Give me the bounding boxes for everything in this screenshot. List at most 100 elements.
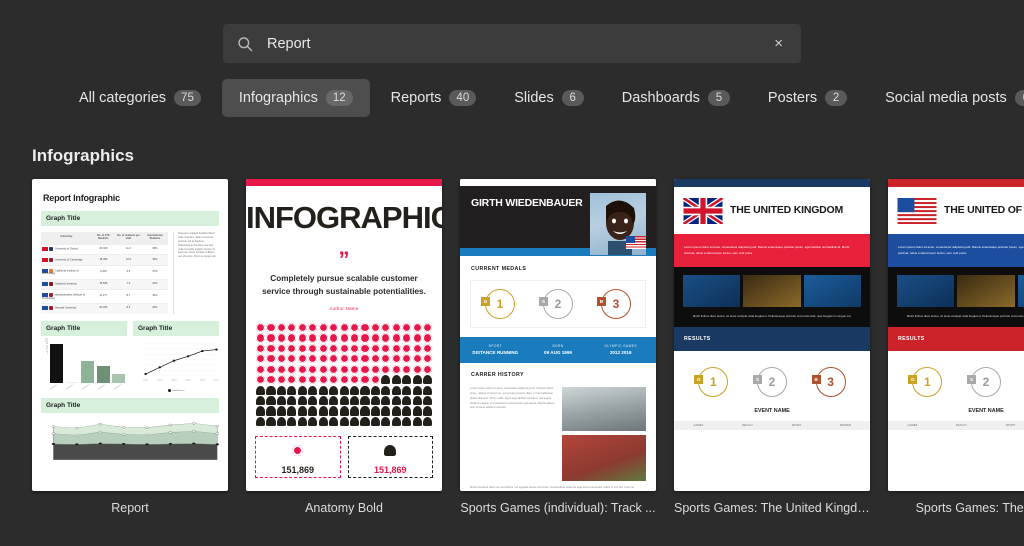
card-caption: Sports Games: The Unite	[915, 501, 1024, 515]
template-card-anatomy-bold[interactable]: INFOGRAPHIC ” Completely pursue scalable…	[246, 179, 442, 515]
person-head-icon	[412, 406, 422, 416]
info-key: BORN	[552, 344, 564, 348]
target-dot-icon	[256, 343, 266, 353]
template-card-usa[interactable]: THE UNITED OF AMERICA Lorem ipsum dolor …	[888, 179, 1024, 515]
table-row: University of Cambridge 18,389 10.9 35%	[41, 254, 168, 266]
target-dot-icon	[423, 343, 433, 353]
svg-text:2014: 2014	[186, 379, 192, 381]
table-row: Harvard University 20,326 8.9 26%	[41, 302, 168, 314]
quote-mark-icon: ”	[338, 247, 350, 272]
person-head-icon	[360, 385, 370, 395]
person-head-icon	[391, 385, 401, 395]
clear-search-button[interactable]: ×	[770, 34, 787, 53]
tab-all-categories[interactable]: All categories 75	[62, 79, 218, 117]
bar	[50, 343, 63, 383]
person-head-icon	[329, 396, 339, 406]
tab-posters[interactable]: Posters 2	[751, 79, 864, 117]
line-chart: 2011 2012 2013 2014 2015 2016 North America	[133, 339, 220, 392]
tab-slides[interactable]: Slides 6	[497, 79, 601, 117]
person-head-icon	[276, 385, 287, 395]
target-dot-icon	[329, 375, 339, 385]
col-games: GAMES	[907, 424, 918, 428]
legend-red-value: 151,869	[281, 465, 315, 476]
legend-dark-value: 151,869	[373, 465, 407, 476]
target-dot-icon	[297, 364, 307, 374]
tab-dashboards[interactable]: Dashboards 5	[605, 79, 747, 117]
area-chart	[41, 416, 220, 464]
template-thumbnail[interactable]: Report Infographic Graph Title Universit…	[32, 179, 228, 491]
target-dot-icon	[256, 375, 266, 385]
target-dot-icon	[292, 445, 304, 457]
target-dot-icon	[402, 354, 412, 364]
person-head-icon	[412, 416, 422, 427]
col-fts: No. of FTS Students	[91, 232, 115, 245]
target-dot-icon	[339, 354, 349, 364]
person-head-icon	[423, 396, 433, 406]
medal-count: 1	[709, 375, 717, 390]
target-dot-icon	[360, 333, 370, 343]
results-label: RESULTS	[898, 336, 925, 343]
person-head-icon	[423, 406, 433, 416]
person-head-icon	[349, 416, 360, 427]
template-card-uk[interactable]: THE UNITED KINGDOM Lorem ipsum dolor sit…	[674, 179, 870, 515]
svg-text:2015: 2015	[200, 379, 206, 381]
target-dot-icon	[276, 322, 287, 333]
target-dot-icon	[360, 375, 370, 385]
person-head-icon	[402, 385, 412, 395]
results-table-header: GAMES RESULT SPORT WINNER	[888, 421, 1024, 431]
target-dot-icon	[349, 375, 360, 385]
medal-count: 1	[496, 297, 504, 311]
person-head-icon	[266, 396, 276, 406]
tab-reports[interactable]: Reports 40	[374, 79, 494, 117]
col-winner: WINNER	[839, 424, 852, 428]
country-lorem: Lorem ipsum dolor sit amet, consectetur …	[674, 234, 870, 268]
info-key: SPORT	[488, 344, 502, 348]
target-dot-icon	[339, 333, 349, 343]
person-head-icon	[360, 416, 370, 427]
col-games: GAMES	[693, 424, 704, 428]
person-head-icon	[423, 385, 433, 395]
swimming-photo-2	[957, 275, 1015, 308]
template-thumbnail[interactable]: THE UNITED KINGDOM Lorem ipsum dolor sit…	[674, 179, 870, 491]
person-head-icon	[256, 416, 266, 427]
card-caption: Sports Games (individual): Track ...	[460, 501, 656, 515]
medal-silver: S 2	[966, 367, 1001, 398]
graph-title-3: Graph Title	[133, 320, 219, 336]
career-paragraph-2: Morbi hendrerit dolor vel nisi lobortis,…	[470, 486, 635, 490]
table-row: Stanford University 15,845 7.4 22%	[41, 278, 168, 290]
search-input[interactable]	[267, 35, 771, 52]
target-dot-icon	[266, 343, 276, 353]
target-dot-icon	[329, 333, 339, 343]
tab-label: All categories	[79, 90, 167, 106]
person-head-icon	[384, 445, 397, 457]
target-dot-icon	[381, 322, 391, 333]
tab-infographics[interactable]: Infographics 12	[221, 79, 370, 117]
athlete-header: GIRTH WIEDENBAUER	[460, 186, 656, 255]
target-dot-icon	[318, 375, 328, 385]
target-dot-icon	[308, 333, 318, 343]
col-university: University	[41, 232, 92, 245]
search-bar[interactable]: ×	[223, 24, 801, 63]
target-dot-icon	[287, 333, 297, 343]
medal-silver: S 2	[752, 367, 787, 398]
target-dot-icon	[256, 333, 266, 343]
template-card-sports-track[interactable]: GIRTH WIEDENBAUER CURRENT MEDALS G 1 S 2…	[460, 179, 656, 515]
target-dot-icon	[370, 322, 380, 333]
graph-title-2: Graph Title	[41, 320, 127, 336]
target-dot-icon	[370, 333, 380, 343]
table-row: California Institute of Technology 2,209 6…	[41, 265, 168, 280]
career-photos	[562, 387, 646, 482]
template-thumbnail[interactable]: THE UNITED OF AMERICA Lorem ipsum dolor …	[888, 179, 1024, 491]
person-head-icon	[256, 385, 266, 395]
person-head-icon	[412, 396, 422, 406]
template-thumbnail[interactable]: GIRTH WIEDENBAUER CURRENT MEDALS G 1 S 2…	[460, 179, 656, 491]
tab-count: 2	[825, 90, 848, 106]
target-dot-icon	[423, 354, 433, 364]
template-thumbnail[interactable]: INFOGRAPHIC ” Completely pursue scalable…	[246, 179, 442, 491]
tab-social-media-posts[interactable]: Social media posts 6	[868, 79, 1024, 117]
person-head-icon	[381, 396, 391, 406]
template-card-report[interactable]: Report Infographic Graph Title Universit…	[32, 179, 228, 515]
search-icon	[237, 36, 253, 52]
country-dark-text: Morbi finibus diam lectus, sit amet volu…	[692, 314, 852, 319]
medals-row: G 1 S 2 B 3	[684, 359, 860, 405]
